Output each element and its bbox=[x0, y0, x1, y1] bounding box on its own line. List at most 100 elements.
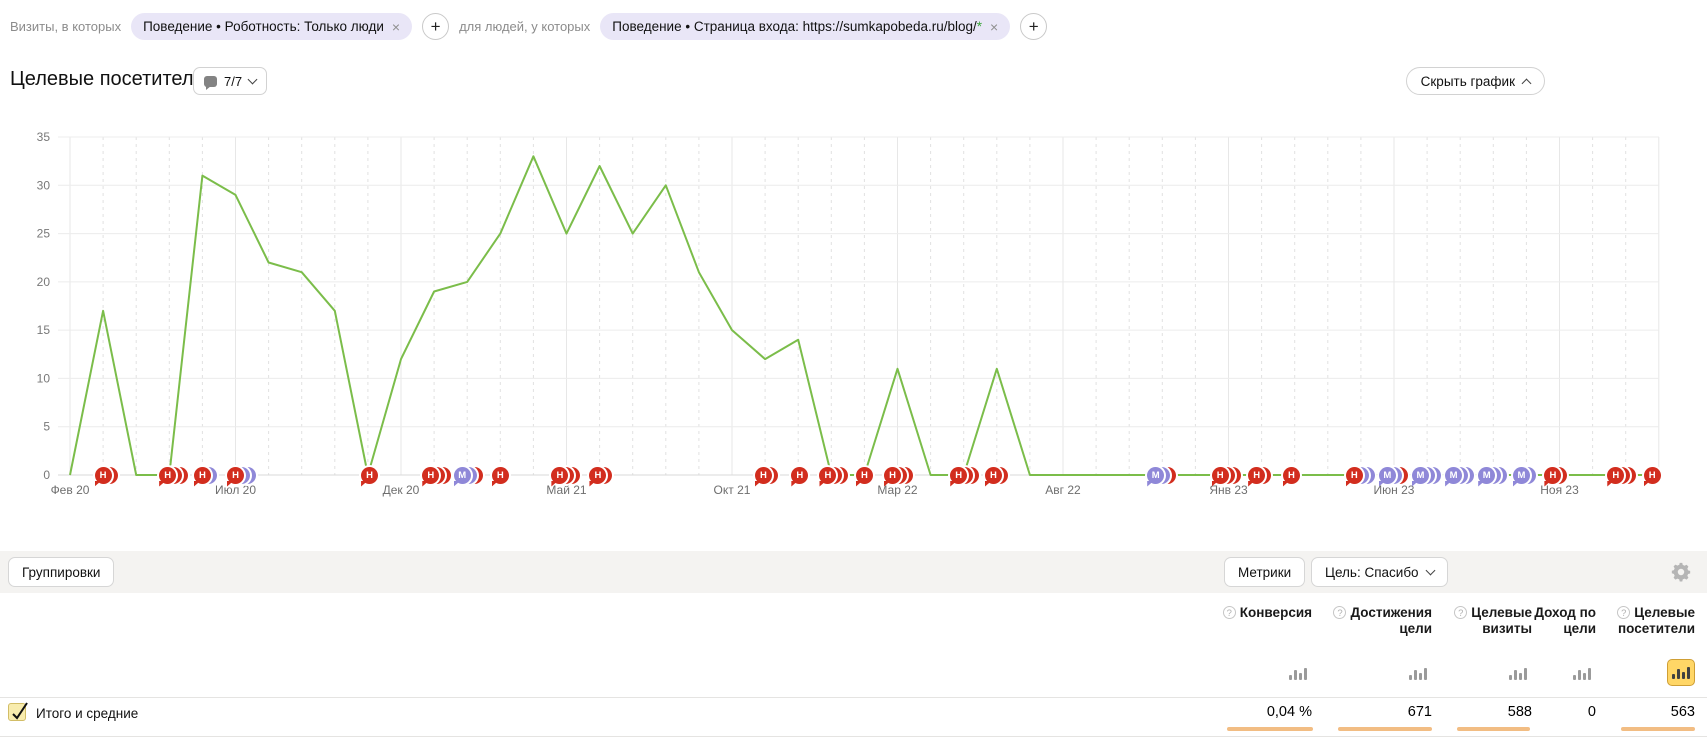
checkmark-icon bbox=[9, 704, 27, 722]
comment-marker[interactable]: Н bbox=[589, 467, 606, 484]
comment-marker[interactable]: Н bbox=[819, 467, 836, 484]
comment-marker[interactable]: Н bbox=[194, 467, 211, 484]
comment-marker[interactable]: Н bbox=[884, 467, 901, 484]
comments-count: 7/7 bbox=[224, 74, 242, 89]
svg-text:Мар 22: Мар 22 bbox=[877, 483, 917, 497]
metric-bars-icon-goal-revenue[interactable] bbox=[1568, 659, 1596, 686]
filter-chip-robotness[interactable]: Поведение • Роботность: Только люди × bbox=[131, 13, 412, 40]
close-icon[interactable]: × bbox=[990, 20, 998, 34]
metric-bars-icon-goal-visitors-selected[interactable] bbox=[1667, 659, 1695, 686]
comment-bubble-icon: Н bbox=[95, 467, 112, 484]
chart-canvas: 05101520253035Фев 20Июл 20Дек 20Май 21Ок… bbox=[0, 110, 1707, 510]
metric-bars-icon-goal-visits[interactable] bbox=[1504, 659, 1532, 686]
comment-marker[interactable]: Н bbox=[551, 467, 568, 484]
svg-text:20: 20 bbox=[37, 275, 51, 289]
comment-marker[interactable]: Н bbox=[1644, 467, 1661, 484]
add-people-filter-button[interactable]: + bbox=[1020, 13, 1047, 40]
comment-marker[interactable]: М bbox=[1147, 467, 1164, 484]
comment-marker[interactable]: Н bbox=[755, 467, 772, 484]
comment-bubble-icon: Н bbox=[1544, 467, 1561, 484]
gear-icon[interactable] bbox=[1670, 561, 1692, 583]
comment-bubble-icon: Н bbox=[1346, 467, 1363, 484]
comment-bubble-icon: Н bbox=[589, 467, 606, 484]
svg-text:30: 30 bbox=[37, 178, 51, 192]
visits-filter-label: Визиты, в которых bbox=[10, 19, 121, 34]
comment-marker[interactable]: М bbox=[1379, 467, 1396, 484]
comment-marker[interactable]: М bbox=[454, 467, 471, 484]
comment-bubble-icon: М bbox=[1147, 467, 1164, 484]
svg-text:10: 10 bbox=[37, 371, 51, 385]
comment-bubble-icon: Н bbox=[361, 467, 378, 484]
svg-text:15: 15 bbox=[37, 323, 51, 337]
filter-chip-landing-page[interactable]: Поведение • Страница входа: https://sumk… bbox=[600, 13, 1010, 40]
column-header-goal-visits[interactable]: ?Целевые визиты bbox=[1432, 605, 1532, 637]
sparkline-link-goal-completions[interactable] bbox=[1338, 727, 1432, 731]
svg-text:5: 5 bbox=[43, 420, 50, 434]
comment-marker[interactable]: Н bbox=[422, 467, 439, 484]
comment-marker[interactable]: Н bbox=[95, 467, 112, 484]
comment-bubble-icon bbox=[204, 76, 217, 87]
help-icon[interactable]: ? bbox=[1617, 606, 1630, 619]
comment-bubble-icon: М bbox=[1478, 467, 1495, 484]
comment-bubble-icon: Н bbox=[1212, 467, 1229, 484]
comments-dropdown-button[interactable]: 7/7 bbox=[193, 67, 267, 95]
comment-bubble-icon: Н bbox=[1248, 467, 1265, 484]
comment-bubble-icon: М bbox=[1379, 467, 1396, 484]
wildcard-star: * bbox=[977, 19, 982, 34]
help-icon[interactable]: ? bbox=[1454, 606, 1467, 619]
comment-bubble-icon: Н bbox=[194, 467, 211, 484]
column-header-goal-completions[interactable]: ?Достижения цели bbox=[1312, 605, 1432, 637]
column-header-goal-visitors[interactable]: ?Целевые посетители bbox=[1585, 605, 1695, 637]
comment-bubble-icon: Н bbox=[422, 467, 439, 484]
comment-bubble-icon: Н bbox=[492, 467, 509, 484]
column-header-conversion[interactable]: ?Конверсия bbox=[1202, 605, 1312, 621]
comment-bubble-icon: Н bbox=[159, 467, 176, 484]
comment-marker[interactable]: М bbox=[1478, 467, 1495, 484]
comment-marker[interactable]: Н bbox=[950, 467, 967, 484]
comment-marker[interactable]: Н bbox=[856, 467, 873, 484]
svg-text:Июл 20: Июл 20 bbox=[215, 483, 256, 497]
comment-bubble-icon: Н bbox=[819, 467, 836, 484]
comment-marker[interactable]: М bbox=[1445, 467, 1462, 484]
groupings-button[interactable]: Группировки bbox=[8, 557, 114, 587]
comment-marker[interactable]: Н bbox=[1212, 467, 1229, 484]
close-icon[interactable]: × bbox=[392, 20, 400, 34]
totals-row-checkbox[interactable] bbox=[8, 703, 26, 721]
comment-marker[interactable]: Н bbox=[1248, 467, 1265, 484]
comment-marker[interactable]: М bbox=[1412, 467, 1429, 484]
comment-marker[interactable]: Н bbox=[227, 467, 244, 484]
comment-marker[interactable]: Н bbox=[985, 467, 1002, 484]
comment-marker[interactable]: Н bbox=[492, 467, 509, 484]
filter-bar: Визиты, в которых Поведение • Роботность… bbox=[10, 13, 1047, 40]
metric-bars-icon-goal-completions[interactable] bbox=[1404, 659, 1432, 686]
visitors-line-chart[interactable]: 05101520253035Фев 20Июл 20Дек 20Май 21Ок… bbox=[0, 110, 1707, 510]
comment-marker[interactable]: Н bbox=[361, 467, 378, 484]
help-icon[interactable]: ? bbox=[1223, 606, 1236, 619]
goal-select-dropdown[interactable]: Цель: Спасибо bbox=[1311, 557, 1448, 587]
comment-marker[interactable]: М bbox=[1513, 467, 1530, 484]
comment-bubble-icon: Н bbox=[1607, 467, 1624, 484]
hide-chart-button[interactable]: Скрыть график bbox=[1406, 67, 1545, 95]
comment-marker[interactable]: Н bbox=[1607, 467, 1624, 484]
comment-marker[interactable]: Н bbox=[1544, 467, 1561, 484]
value-conversion: 0,04 % bbox=[1202, 704, 1312, 720]
svg-text:25: 25 bbox=[37, 227, 51, 241]
comment-marker[interactable]: Н bbox=[791, 467, 808, 484]
sparkline-link-goal-visits[interactable] bbox=[1457, 727, 1530, 731]
metric-bars-icon-conversion[interactable] bbox=[1284, 659, 1312, 686]
value-goal-visitors: 563 bbox=[1585, 704, 1695, 720]
add-visits-filter-button[interactable]: + bbox=[422, 13, 449, 40]
sparkline-link-conversion[interactable] bbox=[1227, 727, 1313, 731]
comment-bubble-icon: М bbox=[454, 467, 471, 484]
metrics-button[interactable]: Метрики bbox=[1224, 557, 1305, 587]
sparkline-link-goal-visitors[interactable] bbox=[1621, 727, 1695, 731]
comment-marker[interactable]: Н bbox=[159, 467, 176, 484]
comment-marker[interactable]: Н bbox=[1283, 467, 1300, 484]
comment-bubble-icon: М bbox=[1412, 467, 1429, 484]
help-icon[interactable]: ? bbox=[1333, 606, 1346, 619]
value-goal-completions: 671 bbox=[1312, 704, 1432, 720]
svg-text:Авг 22: Авг 22 bbox=[1045, 483, 1081, 497]
svg-text:Дек 20: Дек 20 bbox=[383, 483, 420, 497]
comment-bubble-icon: Н bbox=[791, 467, 808, 484]
comment-marker[interactable]: Н bbox=[1346, 467, 1363, 484]
